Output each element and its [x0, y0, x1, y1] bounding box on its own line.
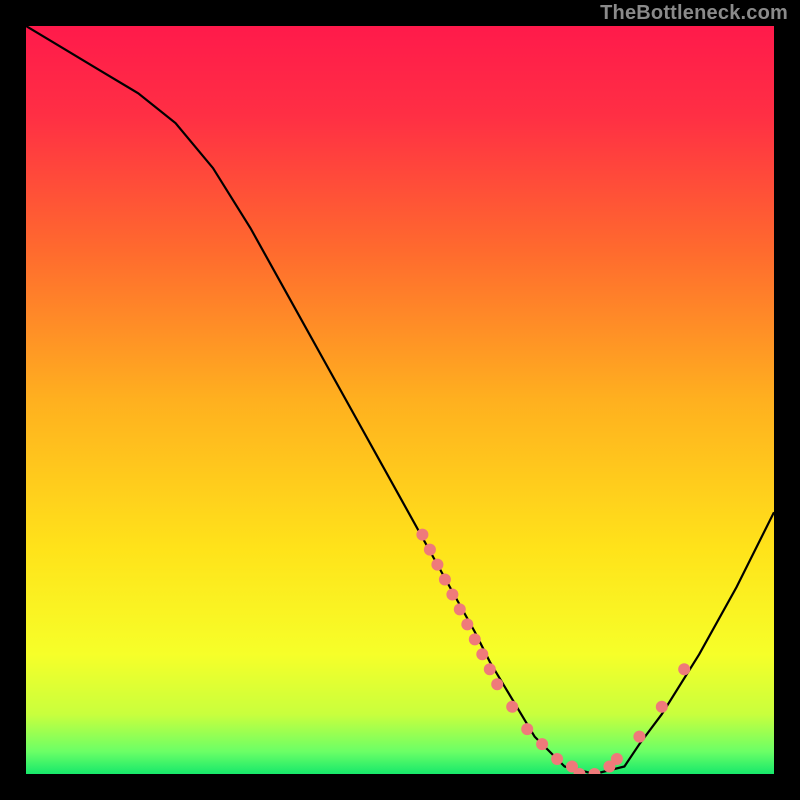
chart-frame: [26, 26, 774, 774]
data-point: [656, 701, 668, 713]
data-point: [536, 738, 548, 750]
data-point: [551, 753, 563, 765]
watermark-text: TheBottleneck.com: [600, 2, 788, 25]
data-point: [521, 723, 533, 735]
data-point: [431, 559, 443, 571]
data-point: [506, 701, 518, 713]
data-point: [469, 633, 481, 645]
data-point: [439, 574, 451, 586]
data-point: [454, 603, 466, 615]
data-point: [416, 529, 428, 541]
bottleneck-chart: [26, 26, 774, 774]
data-point: [476, 648, 488, 660]
gradient-background: [26, 26, 774, 774]
data-point: [424, 544, 436, 556]
data-point: [678, 663, 690, 675]
data-point: [491, 678, 503, 690]
data-point: [484, 663, 496, 675]
data-point: [611, 753, 623, 765]
data-point: [461, 618, 473, 630]
data-point: [633, 731, 645, 743]
data-point: [446, 589, 458, 601]
